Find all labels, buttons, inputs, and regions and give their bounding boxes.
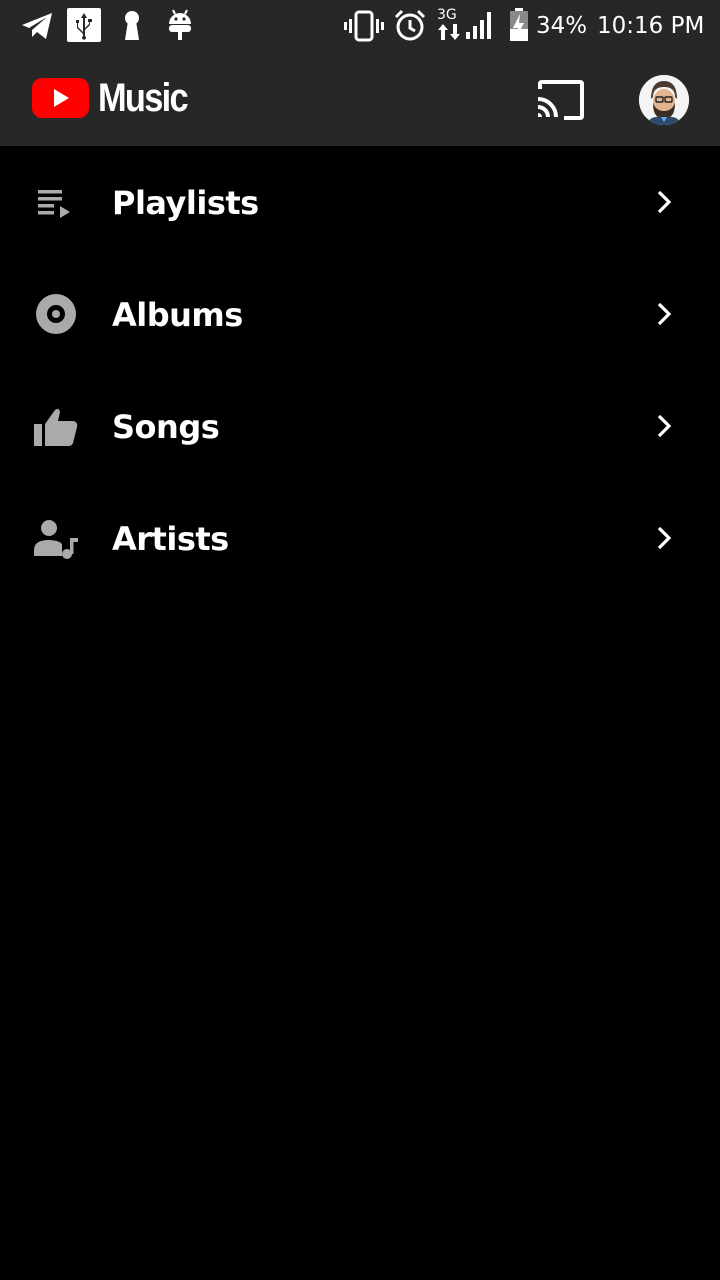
keyhole-icon (125, 11, 139, 40)
usb-icon (67, 8, 101, 42)
library-item-label: Albums (112, 296, 243, 334)
status-time: 10:16 PM (597, 13, 705, 39)
library-item-albums[interactable]: Albums (0, 258, 720, 370)
chevron-right-icon (657, 302, 672, 326)
signal-icon (466, 12, 491, 39)
chevron-right-icon (657, 526, 672, 550)
battery-percentage: 34% (536, 13, 588, 39)
logo-text: Music (98, 76, 189, 120)
network-3g-icon: 3G (437, 7, 461, 43)
android-icon (169, 9, 191, 40)
library-list: Playlists Albums Songs Artists (0, 146, 720, 594)
library-item-songs[interactable]: Songs (0, 370, 720, 482)
chevron-right-icon (657, 414, 672, 438)
chevron-right-icon (657, 190, 672, 214)
library-item-artists[interactable]: Artists (0, 482, 720, 594)
avatar-image (639, 75, 689, 125)
library-item-label: Playlists (112, 184, 259, 222)
youtube-play-icon (32, 78, 89, 118)
playlist-icon (38, 190, 70, 218)
telegram-icon (22, 13, 52, 39)
library-item-label: Songs (112, 408, 220, 446)
artist-music-icon (34, 520, 78, 559)
cast-icon[interactable] (534, 79, 586, 121)
alarm-icon (394, 9, 426, 41)
battery-charging-icon (510, 8, 528, 41)
avatar[interactable] (639, 75, 689, 125)
library-item-playlists[interactable]: Playlists (0, 146, 720, 258)
thumb-up-icon (34, 408, 78, 446)
status-bar: 3G 34% 10:16 PM (0, 0, 720, 52)
network-label: 3G (437, 7, 457, 23)
library-item-label: Artists (112, 520, 229, 558)
youtube-music-logo[interactable]: Music (32, 78, 201, 118)
app-bar: Music (0, 52, 720, 146)
album-disc-icon (36, 294, 76, 334)
vibrate-icon (344, 10, 384, 42)
